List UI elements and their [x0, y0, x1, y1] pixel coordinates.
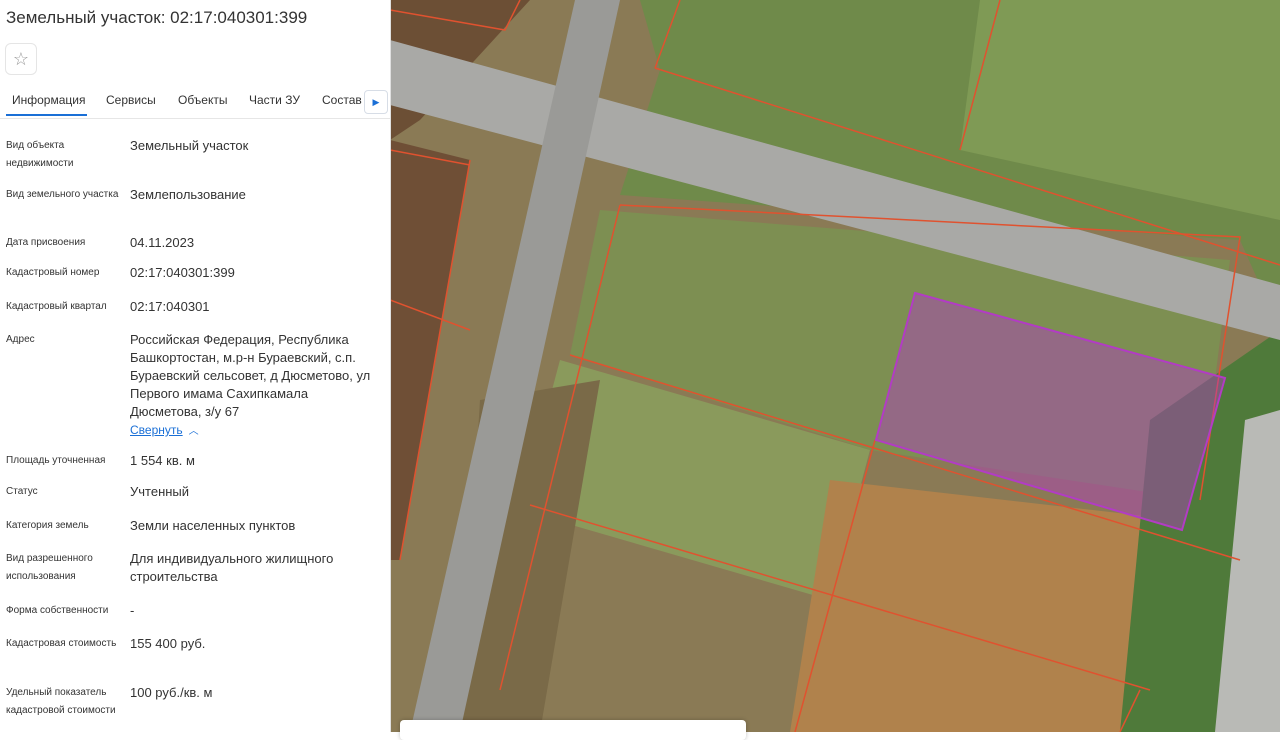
tab-information[interactable]: Информация	[12, 93, 85, 107]
detail-value: 1 554 кв. м	[130, 453, 195, 468]
plowed-field	[790, 480, 1180, 732]
detail-label: Статус	[6, 486, 38, 497]
tab-bar: Информация Сервисы Объекты Части ЗУ Сост…	[0, 84, 390, 119]
chevron-up-icon: ︿	[188, 426, 199, 437]
detail-value: 02:17:040301:399	[130, 265, 235, 280]
active-tab-indicator	[6, 114, 87, 116]
detail-value: 02:17:040301	[130, 299, 210, 314]
satellite-map[interactable]	[390, 0, 1280, 732]
tab-composition[interactable]: Состав	[322, 93, 362, 107]
detail-label: Вид разрешенного использования	[6, 553, 93, 582]
detail-value: 155 400 руб.	[130, 636, 206, 651]
map-popup	[400, 720, 746, 740]
tab-services[interactable]: Сервисы	[106, 93, 156, 107]
detail-value: 100 руб./кв. м	[130, 685, 213, 700]
detail-value: Российская Федерация, Республика Башкорт…	[130, 332, 371, 419]
detail-label: Кадастровая стоимость	[6, 638, 117, 649]
map-canvas[interactable]	[390, 0, 1280, 732]
detail-value: Для индивидуального жилищного строительс…	[130, 551, 334, 584]
detail-label: Категория земель	[6, 520, 89, 531]
star-outline-icon: ☆	[12, 48, 30, 69]
chevron-right-icon: ▶	[372, 96, 380, 107]
collapse-label: Свернуть	[130, 423, 183, 437]
detail-label: Удельный показатель кадастровой стоимост…	[6, 687, 116, 716]
page-title: Земельный участок: 02:17:040301:399	[6, 8, 308, 27]
tabs-scroll-next-button[interactable]: ▶	[364, 90, 388, 114]
tab-objects[interactable]: Объекты	[178, 93, 228, 107]
collapse-link[interactable]: Свернуть ︿	[130, 422, 199, 437]
detail-label: Дата присвоения	[6, 237, 86, 248]
info-panel: Земельный участок: 02:17:040301:399 ☆ Ин…	[0, 0, 391, 732]
detail-value: -	[130, 603, 135, 618]
detail-label: Адрес	[6, 334, 35, 345]
detail-label: Кадастровый номер	[6, 267, 100, 278]
detail-label: Площадь уточненная	[6, 455, 106, 466]
detail-value: Землепользование	[130, 187, 246, 202]
favorite-button[interactable]: ☆	[5, 43, 37, 75]
detail-label: Вид земельного участка	[6, 189, 119, 200]
detail-value: 04.11.2023	[130, 235, 195, 250]
detail-label: Форма собственности	[6, 605, 109, 616]
detail-value: Учтенный	[130, 484, 190, 499]
detail-value: Земельный участок	[130, 138, 249, 153]
detail-value: Земли населенных пунктов	[130, 518, 296, 533]
tab-parts[interactable]: Части ЗУ	[249, 93, 300, 107]
detail-label: Вид объекта недвижимости	[6, 140, 74, 169]
detail-label: Кадастровый квартал	[6, 301, 107, 312]
